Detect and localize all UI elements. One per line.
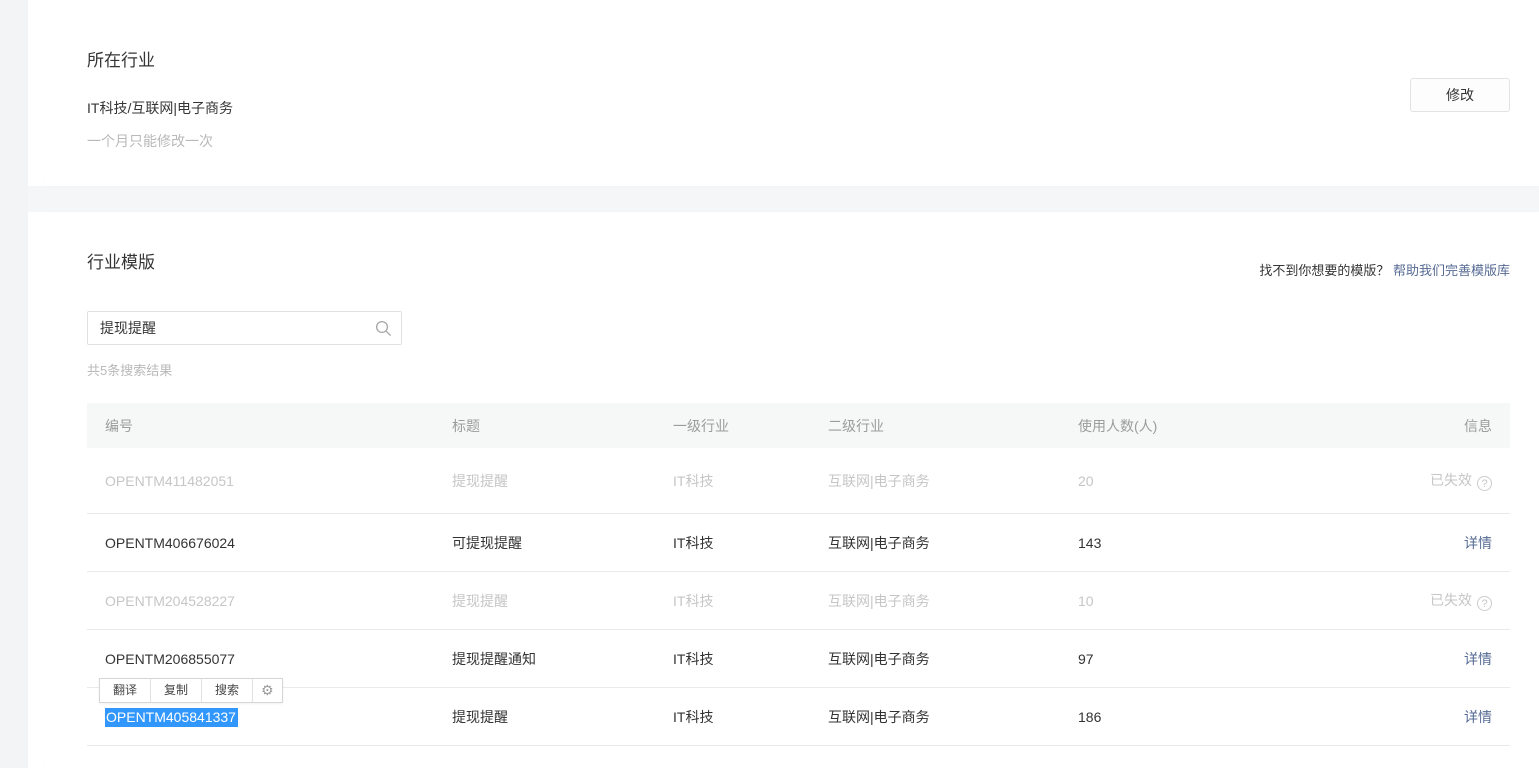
primary-industry: IT科技 <box>673 593 713 609</box>
secondary-industry: 互联网|电子商务 <box>828 651 930 667</box>
primary-industry: IT科技 <box>673 473 713 489</box>
table-row: OPENTM204528227 提现提醒 IT科技 互联网|电子商务 10 已失效? <box>87 572 1510 630</box>
secondary-industry: 互联网|电子商务 <box>828 473 930 489</box>
table-header-row: 编号标题一级行业二级行业使用人数(人)信息 <box>87 403 1510 448</box>
primary-industry: IT科技 <box>673 709 713 725</box>
template-help-line: 找不到你想要的模版？ 帮助我们完善模版库 <box>1259 260 1510 279</box>
template-id: OPENTM406676024 <box>105 535 235 551</box>
table-row: OPENTM411482051 提现提醒 IT科技 互联网|电子商务 20 已失效? <box>87 448 1510 514</box>
user-count: 97 <box>1078 651 1094 667</box>
detail-link[interactable]: 详情 <box>1464 535 1492 551</box>
question-mark-icon[interactable]: ? <box>1477 596 1492 611</box>
industry-value: IT科技/互联网|电子商务 <box>87 98 233 118</box>
user-count: 186 <box>1078 709 1101 725</box>
left-sidebar-strip <box>0 0 28 768</box>
context-menu-item[interactable]: 翻译 <box>100 679 150 702</box>
help-prompt: 找不到你想要的模版？ <box>1259 263 1389 278</box>
card-gap-band <box>28 186 1539 212</box>
primary-industry: IT科技 <box>673 651 713 667</box>
industry-note: 一个月只能修改一次 <box>87 131 213 151</box>
table-body: OPENTM411482051提现提醒IT科技互联网|电子商务20已失效?OPE… <box>87 448 1510 746</box>
column-header: 二级行业 <box>828 416 1078 436</box>
search-input[interactable] <box>88 312 401 344</box>
industry-card: 所在行业 IT科技/互联网|电子商务 一个月只能修改一次 修改 <box>44 10 1539 186</box>
modify-button[interactable]: 修改 <box>1410 78 1510 112</box>
template-search-box <box>87 311 402 345</box>
detail-link[interactable]: 详情 <box>1464 651 1492 667</box>
context-menu-item[interactable]: 搜索 <box>201 679 252 702</box>
user-count: 20 <box>1078 473 1094 489</box>
selection-context-menu: 翻译复制搜索⚙ <box>99 678 283 703</box>
question-mark-icon[interactable]: ? <box>1477 476 1492 491</box>
detail-link[interactable]: 详情 <box>1464 709 1492 725</box>
user-count: 10 <box>1078 593 1094 609</box>
template-id: OPENTM405841337 <box>105 708 238 727</box>
secondary-industry: 互联网|电子商务 <box>828 709 930 725</box>
table-row: OPENTM405841337 提现提醒 IT科技 互联网|电子商务 186 详情 <box>87 688 1510 746</box>
help-improve-link[interactable]: 帮助我们完善模版库 <box>1393 263 1510 278</box>
secondary-industry: 互联网|电子商务 <box>828 535 930 551</box>
industry-card-title: 所在行业 <box>87 46 155 71</box>
gear-icon[interactable]: ⚙ <box>252 679 282 702</box>
secondary-industry: 互联网|电子商务 <box>828 593 930 609</box>
templates-card-title: 行业模版 <box>87 248 155 273</box>
template-title: 提现提醒 <box>452 473 508 489</box>
template-title: 提现提醒通知 <box>452 651 536 667</box>
template-id: OPENTM411482051 <box>105 473 234 489</box>
user-count: 143 <box>1078 535 1101 551</box>
template-title: 提现提醒 <box>452 593 508 609</box>
template-id: OPENTM204528227 <box>105 593 235 609</box>
context-menu-item[interactable]: 复制 <box>150 679 201 702</box>
search-icon[interactable] <box>375 320 392 337</box>
template-title: 提现提醒 <box>452 709 508 725</box>
primary-industry: IT科技 <box>673 535 713 551</box>
column-header: 信息 <box>1360 416 1492 436</box>
search-result-count: 共5条搜索结果 <box>87 360 172 379</box>
table-row: OPENTM406676024 可提现提醒 IT科技 互联网|电子商务 143 详情 <box>87 514 1510 572</box>
template-id: OPENTM206855077 <box>105 651 235 667</box>
column-header: 标题 <box>452 416 673 436</box>
column-header: 使用人数(人) <box>1078 416 1360 436</box>
column-header: 编号 <box>105 416 452 436</box>
expired-badge: 已失效 <box>1430 592 1472 608</box>
template-title: 可提现提醒 <box>452 535 522 551</box>
table-row: OPENTM206855077 提现提醒通知 IT科技 互联网|电子商务 97 详情 <box>87 630 1510 688</box>
column-header: 一级行业 <box>673 416 828 436</box>
template-table: 编号标题一级行业二级行业使用人数(人)信息 OPENTM411482051 提现提… <box>87 403 1510 746</box>
expired-badge: 已失效 <box>1430 472 1472 488</box>
